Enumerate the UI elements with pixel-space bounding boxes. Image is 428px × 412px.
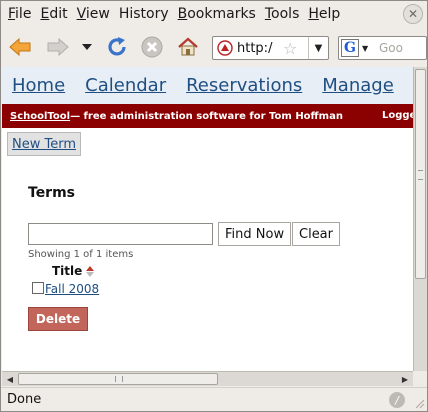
nav-reservations[interactable]: Reservations	[186, 75, 302, 96]
home-icon	[178, 37, 198, 56]
url-dropdown-icon[interactable]: ▼	[308, 37, 328, 59]
site-favicon-icon	[217, 40, 233, 56]
menu-bookmarks[interactable]: Bookmarks	[175, 6, 262, 22]
search-engine-dropdown-icon[interactable]: ▼	[362, 44, 368, 53]
url-bar[interactable]: http:/ ☆ ▼	[212, 36, 329, 60]
menu-history[interactable]: History	[116, 6, 175, 22]
clear-button[interactable]: Clear	[292, 222, 340, 246]
search-input[interactable]: Goo	[379, 41, 403, 55]
menu-view[interactable]: View	[74, 6, 116, 22]
vertical-scroll-thumb[interactable]	[415, 69, 426, 279]
url-text[interactable]: http:/	[237, 41, 272, 56]
bookmark-star-icon[interactable]: ☆	[283, 39, 297, 58]
reload-icon	[108, 37, 126, 56]
column-header-title[interactable]: Title	[52, 264, 95, 278]
menu-help[interactable]: Help	[305, 6, 346, 22]
google-search-icon[interactable]: G	[341, 39, 359, 57]
logged-in-text: Logge	[382, 110, 413, 121]
row-checkbox[interactable]	[32, 282, 44, 294]
page-title: Terms	[28, 185, 76, 201]
menu-tools[interactable]: Tools	[262, 6, 306, 22]
history-dropdown[interactable]	[79, 34, 95, 60]
history-dropdown-icon	[82, 44, 92, 50]
horizontal-scrollbar[interactable]: ◀ ▶	[2, 371, 413, 386]
filter-input[interactable]	[28, 223, 213, 245]
app-banner: SchoolTool — free administration softwar…	[2, 104, 413, 128]
main-nav: Home Calendar Reservations Manage	[2, 67, 413, 104]
stop-icon	[141, 36, 163, 58]
page-content: Home Calendar Reservations Manage School…	[2, 67, 413, 371]
actions-bar: New Term	[2, 129, 413, 157]
nav-calendar[interactable]: Calendar	[85, 75, 166, 96]
resize-grip-icon[interactable]	[413, 397, 425, 409]
home-button[interactable]	[175, 34, 201, 60]
schooltool-link[interactable]: SchoolTool	[10, 111, 70, 122]
browser-window: File Edit View History Bookmarks Tools H…	[0, 0, 428, 412]
menubar: File Edit View History Bookmarks Tools H…	[1, 1, 427, 27]
find-now-button[interactable]: Find Now	[218, 222, 292, 246]
vertical-scrollbar[interactable]	[413, 67, 427, 371]
column-header-label: Title	[52, 264, 83, 278]
banner-tagline: — free administration software for Tom H…	[70, 110, 343, 122]
sort-icon[interactable]	[86, 265, 95, 277]
menu-edit[interactable]: Edit	[37, 6, 73, 22]
status-icon: /	[389, 392, 405, 408]
forward-arrow-icon	[47, 38, 69, 56]
new-term-button[interactable]: New Term	[7, 132, 81, 156]
close-window-icon[interactable]: ✕	[403, 4, 423, 24]
search-bar[interactable]: G ▼ Goo	[338, 36, 427, 60]
scroll-grip	[115, 376, 123, 382]
forward-button[interactable]	[45, 34, 71, 60]
nav-home[interactable]: Home	[12, 75, 65, 96]
back-arrow-icon	[9, 38, 31, 56]
term-link[interactable]: Fall 2008	[45, 282, 99, 296]
horizontal-scroll-thumb[interactable]	[18, 373, 218, 385]
stop-button[interactable]	[139, 34, 165, 60]
status-bar: Done /	[1, 387, 427, 411]
scroll-grip	[418, 170, 423, 180]
reload-button[interactable]	[103, 34, 131, 60]
menu-file[interactable]: File	[5, 6, 37, 22]
nav-manage[interactable]: Manage	[322, 75, 394, 96]
scroll-right-icon[interactable]: ▶	[398, 372, 412, 386]
results-count: Showing 1 of 1 items	[28, 249, 134, 260]
back-button[interactable]	[7, 34, 33, 60]
navigation-toolbar: http:/ ☆ ▼ G ▼ Goo	[1, 28, 427, 66]
scroll-left-icon[interactable]: ◀	[3, 372, 17, 386]
delete-button[interactable]: Delete	[28, 307, 88, 331]
status-text: Done	[7, 392, 42, 407]
